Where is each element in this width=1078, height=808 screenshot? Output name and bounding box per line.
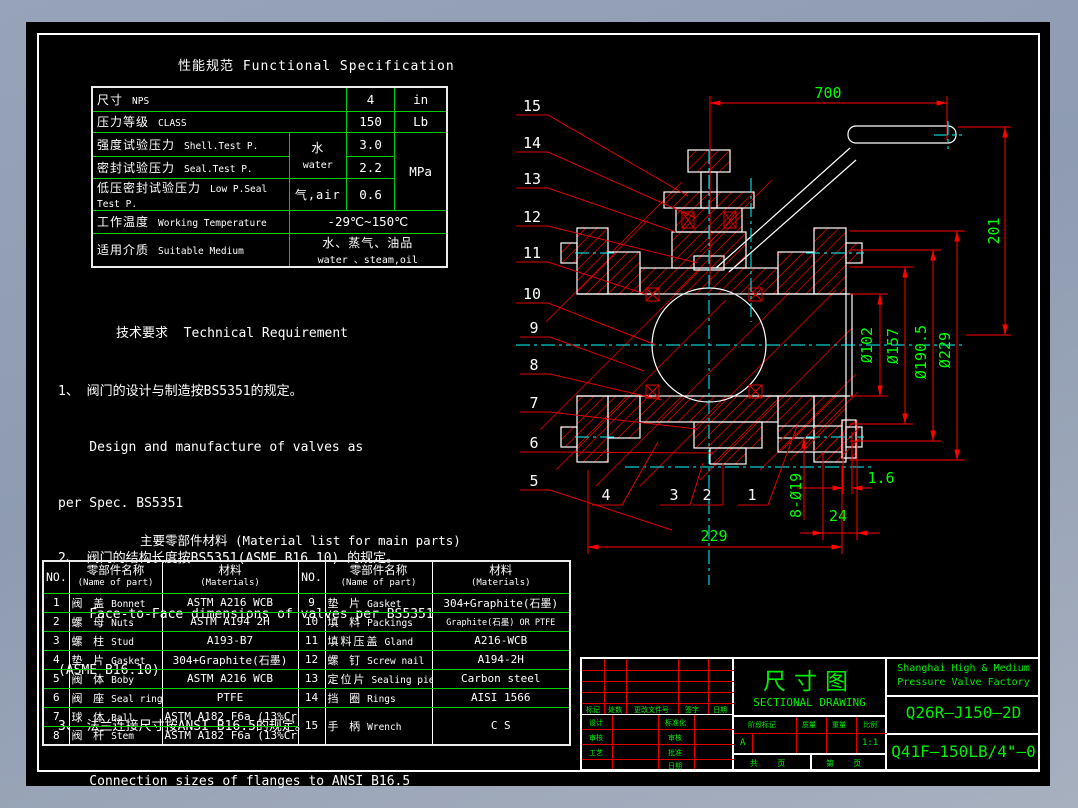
cad-viewport: 性能规范 Functional Specification 尺寸 NPS 4 in… <box>0 0 1078 808</box>
drawing-title-cn: 尺寸图 <box>763 669 856 695</box>
svg-text:Ø157: Ø157 <box>884 328 902 364</box>
svg-text:201: 201 <box>985 217 1003 244</box>
table-header-row: NO. 零部件名称 (Name of part) 材料 (Materials) NO… <box>42 560 571 594</box>
svg-text:6: 6 <box>529 434 538 452</box>
svg-text:13: 13 <box>523 170 541 188</box>
svg-text:14: 14 <box>523 134 541 152</box>
table-row: 强度试验压力 Shell.Test P. 水 water 3.0 MPa <box>91 131 448 211</box>
material-table: NO. 零部件名称 (Name of part) 材料 (Materials) NO… <box>42 560 571 746</box>
table-row: 适用介质 Suitable Medium 水、蒸气、油品 water 、steam,… <box>91 232 448 267</box>
table-row: 尺寸 NPS 4 in <box>91 86 448 112</box>
table-row: 密封试验压力 Seal.Test P. 2.2 <box>91 155 447 179</box>
model-number: Q26R—J150—2D <box>905 703 1022 722</box>
table-row: 低压密封试验压力 Low P.Seal Test P. 气,air 0.6 <box>91 177 447 211</box>
svg-text:11: 11 <box>523 244 541 262</box>
company-model-area: Shanghai High & Medium Pressure Valve Fa… <box>887 659 1040 769</box>
valve-body-sections <box>560 149 863 465</box>
svg-text:1: 1 <box>747 486 756 504</box>
svg-text:2: 2 <box>702 486 711 504</box>
svg-text:1.6: 1.6 <box>867 469 894 487</box>
table-row: 1阀 盖 Bonnet ASTM A216 WCB 9垫 片 Gasket 304+Gr… <box>42 592 571 613</box>
svg-text:7: 7 <box>529 394 538 412</box>
svg-text:4: 4 <box>601 486 610 504</box>
table-row: 7球 体 Ball ASTM A182 F6a (13%Cr) 15 手 柄 Wrenc… <box>42 706 571 746</box>
table-row: 3螺 柱 Stud A193-B7 11 填料压盖 Gland A216-WCB <box>42 630 571 651</box>
table-row: 4垫 片 Gasket 304+Graphite(石墨) 12 螺 钉 Screw na… <box>42 649 571 670</box>
functional-spec-table: 尺寸 NPS 4 in 压力等级 CLASS 150 Lb 强度试验压力 Shell.… <box>91 86 448 268</box>
tech-line: per Spec. BS5351 <box>58 495 184 511</box>
revision-signature-area: 标记 处数 更改文件号 签字 日期 设计 审核 工艺 标准化 审核 批准 日期 <box>582 659 734 770</box>
svg-text:12: 12 <box>523 208 541 226</box>
drawing-sheet: 性能规范 Functional Specification 尺寸 NPS 4 in… <box>26 22 1050 789</box>
tech-line: 1、 阀门的设计与制造按BS5351的规定。 <box>58 383 303 399</box>
svg-text:700: 700 <box>814 84 841 102</box>
svg-text:Ø229: Ø229 <box>936 332 954 368</box>
svg-text:8: 8 <box>529 356 538 374</box>
svg-text:9: 9 <box>529 319 538 337</box>
drawing-title-area: 尺寸图 SECTIONAL DRAWING 阶段标记 质量 重量 比例 A 1:… <box>734 659 887 769</box>
table-row: 6阀 座 Seal ring PTFE 14 挡 圈 Rings AISI 1566 <box>42 687 571 708</box>
table-row: 2螺 母 Nuts ASTM A194 2H 10 填 料 Packings Graphi… <box>42 611 571 632</box>
svg-text:3: 3 <box>669 486 678 504</box>
tech-line: Connection sizes of flanges to ANSI B16.… <box>58 774 411 790</box>
table-row: 工作温度 Working Temperature -29℃~150℃ <box>91 209 448 234</box>
svg-text:24: 24 <box>829 507 847 525</box>
svg-text:Ø102: Ø102 <box>858 327 876 363</box>
svg-text:8-Ø19: 8-Ø19 <box>787 473 805 518</box>
svg-text:5: 5 <box>529 472 538 490</box>
tech-line: Design and manufacture of valves as <box>58 439 364 455</box>
table-row: 压力等级 CLASS 150 Lb <box>91 110 448 133</box>
table-row: 5阀 体BobyASTM A216 WCB 13定位片Sealing piece… <box>42 668 571 689</box>
drawing-code: Q41F—150LB/4"—0 <box>891 742 1036 761</box>
material-list-title: 主要零部件材料 (Material list for main parts) <box>140 533 461 548</box>
svg-text:Ø190.5: Ø190.5 <box>912 325 930 379</box>
svg-text:229: 229 <box>700 527 727 545</box>
title-block: 标记 处数 更改文件号 签字 日期 设计 审核 工艺 标准化 审核 批准 日期 … <box>580 657 1040 771</box>
spec-table-title: 性能规范 Functional Specification <box>178 59 455 74</box>
drawing-title-en: SECTIONAL DRAWING <box>753 696 866 709</box>
factory-name: Shanghai High & Medium Pressure Valve Fa… <box>897 663 1030 688</box>
tech-title: 技术要求 Technical Requirement <box>116 326 349 342</box>
svg-text:10: 10 <box>523 285 541 303</box>
svg-text:15: 15 <box>523 97 541 115</box>
valve-section-drawing: 700 201 Ø102 Ø157 Ø190.5 Ø229 1.6 24 8-Ø… <box>516 84 1011 585</box>
